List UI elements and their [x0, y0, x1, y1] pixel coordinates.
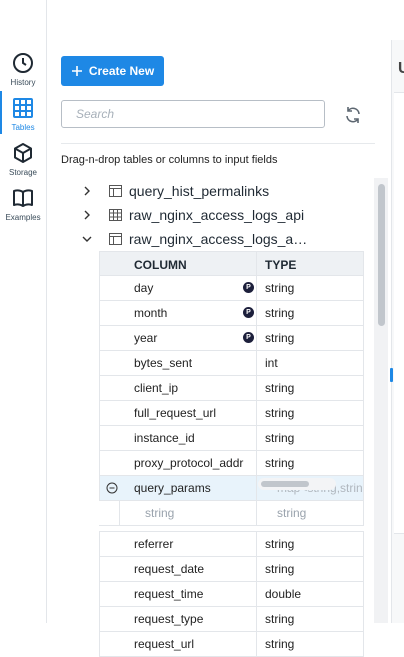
column-type: string — [265, 331, 295, 345]
table-icon — [109, 185, 122, 197]
columns-header: COLUMN TYPE — [99, 251, 364, 276]
partition-badge-icon: P — [243, 282, 254, 293]
column-type: string — [265, 406, 295, 420]
table-name: query_hist_permalinks — [129, 183, 270, 199]
column-name: year — [134, 331, 158, 345]
column-name: request_url — [134, 637, 195, 651]
column-type: string — [265, 612, 295, 626]
columns-table: COLUMN TYPE day P string month P string ye… — [99, 251, 364, 657]
map-value-type: string — [277, 506, 307, 520]
partition-badge-icon: P — [243, 307, 254, 318]
column-row[interactable]: month P string — [99, 301, 364, 326]
column-row[interactable]: request_type string — [99, 607, 364, 632]
cube-icon — [14, 143, 32, 163]
column-name: request_date — [134, 562, 205, 576]
nav-tables-label: Tables — [11, 123, 35, 132]
column-name: day — [134, 281, 154, 295]
search-input[interactable] — [61, 100, 325, 128]
column-row[interactable]: year P string — [99, 326, 364, 351]
column-name: request_time — [134, 587, 204, 601]
drag-hint: Drag-n-drop tables or columns to input f… — [61, 154, 278, 166]
clock-icon — [13, 53, 33, 73]
adjacent-card — [394, 92, 404, 534]
column-name: query_params — [134, 481, 211, 495]
column-row[interactable]: client_ip string — [99, 376, 364, 401]
tree-item-raw-nginx-access-logs-api[interactable]: raw_nginx_access_logs_api — [79, 203, 369, 227]
column-row[interactable]: request_time double — [99, 582, 364, 607]
create-new-button[interactable]: Create New — [61, 56, 164, 86]
column-type: string — [265, 456, 295, 470]
column-name: proxy_protocol_addr — [134, 456, 244, 470]
grid-icon — [13, 98, 33, 118]
type-cell-scroll-thumb[interactable] — [261, 481, 309, 487]
plus-icon — [71, 66, 82, 76]
nav-history[interactable]: History — [0, 48, 46, 93]
column-name: request_type — [134, 612, 204, 626]
column-type: string — [265, 431, 295, 445]
collapse-circle-icon[interactable] — [106, 482, 118, 494]
column-row[interactable]: full_request_url string — [99, 401, 364, 426]
column-row[interactable]: day P string — [99, 276, 364, 301]
partitioned-table-icon — [109, 209, 122, 221]
column-row[interactable]: request_url string — [99, 632, 364, 657]
nav-storage[interactable]: Storage — [0, 138, 46, 183]
refresh-icon[interactable] — [343, 105, 363, 125]
column-name: client_ip — [134, 381, 179, 395]
chevron-down-icon[interactable] — [82, 234, 92, 244]
chevron-right-icon[interactable] — [82, 210, 92, 220]
column-name: instance_id — [134, 431, 195, 445]
nav-history-label: History — [10, 78, 36, 87]
column-type: string — [265, 562, 295, 576]
column-type: string — [265, 381, 295, 395]
column-type: int — [265, 356, 278, 370]
column-row[interactable]: bytes_sent int — [99, 351, 364, 376]
nav-examples[interactable]: Examples — [0, 183, 46, 228]
column-row[interactable]: proxy_protocol_addr string — [99, 451, 364, 476]
table-icon — [109, 233, 122, 245]
column-header-label: COLUMN — [134, 258, 187, 272]
column-name: full_request_url — [134, 406, 217, 420]
column-row[interactable]: instance_id string — [99, 426, 364, 451]
panel-splitter[interactable] — [391, 40, 392, 623]
column-type: string — [265, 637, 295, 651]
table-name: raw_nginx_access_logs_a… — [129, 231, 308, 247]
create-new-label: Create New — [88, 64, 155, 78]
map-key-type: string — [145, 506, 175, 520]
nav-examples-label: Examples — [5, 213, 41, 222]
book-icon — [13, 189, 33, 207]
column-type: double — [265, 587, 302, 601]
tree-item-raw-nginx-access-logs-a[interactable]: raw_nginx_access_logs_a… — [79, 227, 369, 251]
type-header-label: TYPE — [265, 258, 297, 272]
partition-badge-icon: P — [243, 332, 254, 343]
table-name: raw_nginx_access_logs_api — [129, 207, 305, 223]
nav-rail: History Tables Storage Examples — [0, 0, 47, 623]
column-row[interactable]: request_date string — [99, 557, 364, 582]
divider — [61, 143, 375, 144]
map-subtype-row: string string — [99, 501, 364, 526]
tree-item-query-hist-permalinks[interactable]: query_hist_permalinks — [79, 179, 369, 203]
column-type: string — [265, 281, 295, 295]
nav-storage-label: Storage — [8, 168, 38, 177]
nav-tables[interactable]: Tables — [0, 91, 46, 138]
column-name: bytes_sent — [134, 356, 193, 370]
tree-scrollbar-thumb[interactable] — [378, 184, 385, 326]
column-row[interactable]: referrer string — [99, 531, 364, 557]
column-name: referrer — [134, 537, 174, 551]
adjacent-panel-marker — [390, 368, 393, 382]
adjacent-panel-title: U — [398, 60, 404, 77]
column-type: string — [265, 537, 295, 551]
column-name: month — [134, 306, 168, 320]
chevron-right-icon[interactable] — [82, 186, 92, 196]
column-type: string — [265, 306, 295, 320]
